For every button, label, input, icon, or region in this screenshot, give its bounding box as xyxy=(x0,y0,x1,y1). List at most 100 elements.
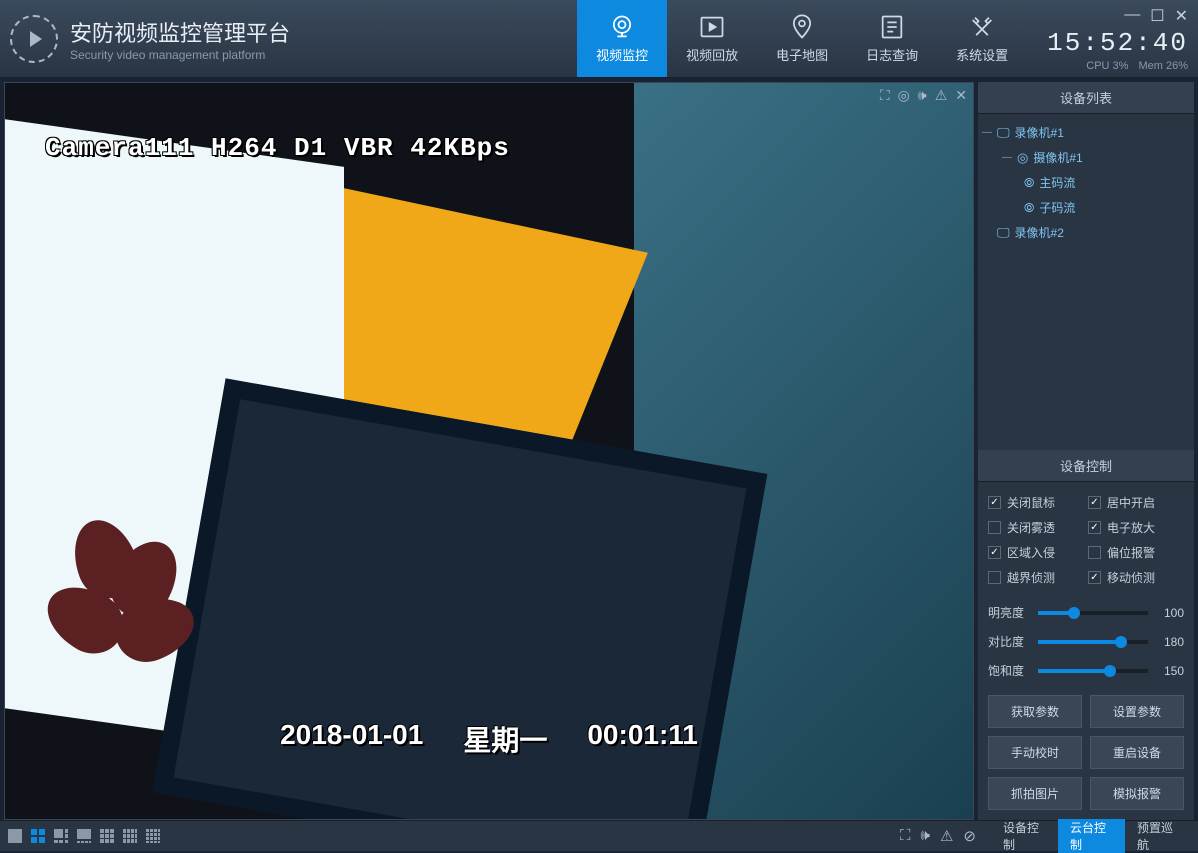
app-title-cn: 安防视频监控管理平台 xyxy=(70,16,290,48)
nav-label: 日志查询 xyxy=(866,45,918,64)
checkbox-2[interactable]: 关闭雾透 xyxy=(988,519,1084,536)
device-control-panel: 设备控制 关闭鼠标居中开启关闭雾透电子放大区域入侵偏位报警越界侦测移动侦测 明亮… xyxy=(978,450,1194,820)
checkbox-0[interactable]: 关闭鼠标 xyxy=(988,494,1084,511)
sidebar: 设备列表 — 🖵 录像机#1 — ◎ 摄像机#1 ⦾ 主码流 ⦾ 子码流 xyxy=(978,82,1194,820)
checkbox-5[interactable]: 偏位报警 xyxy=(1088,544,1184,561)
layout-4x4[interactable] xyxy=(144,827,162,845)
layout-3x3[interactable] xyxy=(98,827,116,845)
control-button-1[interactable]: 设置参数 xyxy=(1090,695,1184,728)
slider-label: 明亮度 xyxy=(988,604,1030,621)
checkbox-box xyxy=(1088,546,1101,559)
control-button-5[interactable]: 模拟报警 xyxy=(1090,777,1184,810)
bottom-video-controls: ⛶ 🕪 ⚠ ⊘ xyxy=(900,827,976,845)
slider-track[interactable] xyxy=(1038,669,1148,673)
control-button-4[interactable]: 抓拍图片 xyxy=(988,777,1082,810)
app-header: 安防视频监控管理平台 Security video management pla… xyxy=(0,0,1198,78)
nav-video-playback[interactable]: 视频回放 xyxy=(667,0,757,77)
slider-thumb[interactable] xyxy=(1115,636,1127,648)
video-frame[interactable]: Camera111 H264 D1 VBR 42KBps 2018-01-01 … xyxy=(5,83,973,819)
fullscreen-icon[interactable]: ⛶ xyxy=(900,827,911,845)
control-button-2[interactable]: 手动校时 xyxy=(988,736,1082,769)
device-list-header: 设备列表 xyxy=(978,82,1194,114)
layout-1x1[interactable] xyxy=(6,827,24,845)
osd-datetime: 2018-01-01 星期一 00:01:11 xyxy=(5,719,973,759)
nav-settings[interactable]: 系统设置 xyxy=(937,0,1027,77)
slider-value: 180 xyxy=(1156,635,1184,649)
audio-icon[interactable]: 🕪 xyxy=(918,87,927,104)
checkbox-label: 电子放大 xyxy=(1107,519,1155,536)
checkbox-box xyxy=(988,546,1001,559)
stream-icon: ⦾ xyxy=(1024,200,1034,216)
expand-icon[interactable]: — xyxy=(982,127,992,138)
slider-row-0: 明亮度100 xyxy=(978,598,1194,627)
slider-thumb[interactable] xyxy=(1104,665,1116,677)
volume-icon[interactable]: 🕪 xyxy=(921,827,930,845)
mem-stat: Mem 26% xyxy=(1138,60,1188,72)
close-button[interactable]: ✕ xyxy=(1175,6,1188,26)
layout-4x3[interactable] xyxy=(121,827,139,845)
record-icon[interactable]: ◎ xyxy=(898,87,910,104)
logo-area: 安防视频监控管理平台 Security video management pla… xyxy=(10,15,290,63)
checkbox-7[interactable]: 移动侦测 xyxy=(1088,569,1184,586)
bottom-bar: ⛶ 🕪 ⚠ ⊘ 设备控制 云台控制 预置巡航 xyxy=(0,820,1198,851)
video-feed xyxy=(5,83,973,819)
app-logo-icon xyxy=(10,15,58,63)
camera-icon xyxy=(608,13,636,41)
layout-buttons xyxy=(6,827,162,845)
slider-thumb[interactable] xyxy=(1068,607,1080,619)
layout-1+7[interactable] xyxy=(75,827,93,845)
slider-row-2: 饱和度150 xyxy=(978,656,1194,685)
stop-all-icon[interactable]: ⊘ xyxy=(963,827,976,845)
layout-2x2[interactable] xyxy=(29,827,47,845)
stream-icon: ⦾ xyxy=(1024,175,1034,191)
tree-node-nvr1[interactable]: — 🖵 录像机#1 xyxy=(982,120,1190,145)
window-controls: — ☐ ✕ xyxy=(1124,6,1188,26)
warning-icon[interactable]: ⚠ xyxy=(940,827,953,845)
layout-1+5[interactable] xyxy=(52,827,70,845)
map-pin-icon xyxy=(788,13,816,41)
close-video-icon[interactable]: ✕ xyxy=(955,87,967,104)
nav-emap[interactable]: 电子地图 xyxy=(757,0,847,77)
slider-track[interactable] xyxy=(1038,640,1148,644)
minimize-button[interactable]: — xyxy=(1124,6,1140,26)
checkbox-grid: 关闭鼠标居中开启关闭雾透 电子放大区域入侵 偏位报警越界侦测 移动侦测 xyxy=(978,482,1194,598)
checkbox-box xyxy=(1088,521,1101,534)
control-button-3[interactable]: 重启设备 xyxy=(1090,736,1184,769)
checkbox-6[interactable]: 越界侦测 xyxy=(988,569,1084,586)
checkbox-3[interactable]: 电子放大 xyxy=(1088,519,1184,536)
tree-node-substream[interactable]: ⦾ 子码流 xyxy=(982,195,1190,220)
slider-area: 明亮度100对比度180饱和度150 xyxy=(978,598,1194,685)
checkbox-label: 越界侦测 xyxy=(1007,569,1055,586)
video-panel: ⛶ ◎ 🕪 ⚠ ✕ Camera111 H264 D1 VBR 42KBps 2… xyxy=(4,82,974,820)
slider-track[interactable] xyxy=(1038,611,1148,615)
checkbox-label: 偏位报警 xyxy=(1107,544,1155,561)
expand-icon[interactable]: — xyxy=(1002,152,1012,163)
video-toolbar: ⛶ ◎ 🕪 ⚠ ✕ xyxy=(880,87,967,104)
checkbox-box xyxy=(1088,571,1101,584)
checkbox-1[interactable]: 居中开启 xyxy=(1088,494,1184,511)
tree-node-nvr2[interactable]: 🖵 录像机#2 xyxy=(982,220,1190,245)
osd-date: 2018-01-01 xyxy=(280,719,423,759)
control-button-0[interactable]: 获取参数 xyxy=(988,695,1082,728)
nvr-icon: 🖵 xyxy=(997,125,1010,141)
alarm-icon[interactable]: ⚠ xyxy=(935,87,948,104)
checkbox-4[interactable]: 区域入侵 xyxy=(988,544,1084,561)
tree-node-mainstream[interactable]: ⦾ 主码流 xyxy=(982,170,1190,195)
nav-log-query[interactable]: 日志查询 xyxy=(847,0,937,77)
maximize-button[interactable]: ☐ xyxy=(1150,6,1164,26)
tab-ptz-control[interactable]: 云台控制 xyxy=(1058,819,1125,853)
clock: 15:52:40 xyxy=(1047,28,1188,58)
button-grid: 获取参数设置参数手动校时重启设备抓拍图片模拟报警 xyxy=(978,685,1194,820)
osd-camera-info: Camera111 H264 D1 VBR 42KBps xyxy=(45,133,510,163)
tab-device-control[interactable]: 设备控制 xyxy=(991,819,1058,853)
nav-video-monitor[interactable]: 视频监控 xyxy=(577,0,667,77)
system-stats: CPU 3% Mem 26% xyxy=(1086,60,1188,72)
nav-label: 视频监控 xyxy=(596,45,648,64)
node-label: 主码流 xyxy=(1039,174,1075,191)
nvr-icon: 🖵 xyxy=(997,225,1010,241)
node-label: 摄像机#1 xyxy=(1033,149,1082,166)
tree-node-cam1[interactable]: — ◎ 摄像机#1 xyxy=(982,145,1190,170)
snapshot-icon[interactable]: ⛶ xyxy=(880,87,890,104)
tools-icon xyxy=(968,13,996,41)
tab-preset-cruise[interactable]: 预置巡航 xyxy=(1125,819,1192,853)
